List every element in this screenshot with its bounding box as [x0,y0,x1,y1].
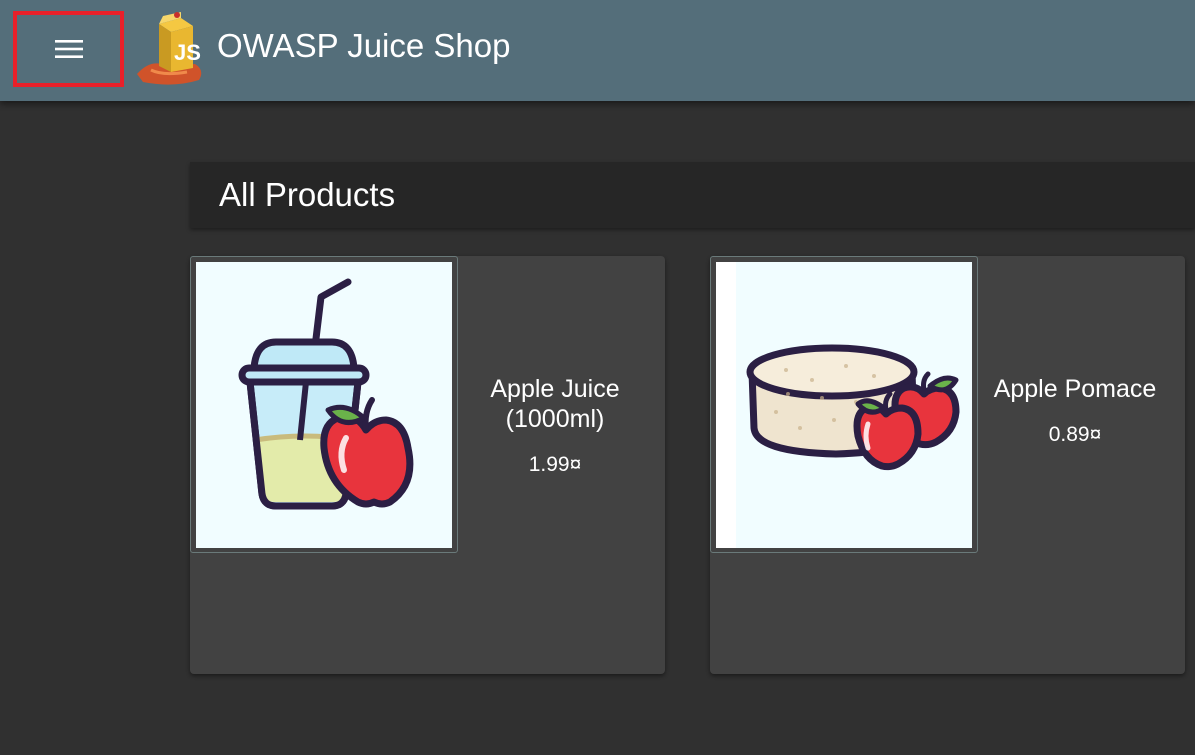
apple-juice-cup-icon [238,278,414,510]
product-name: Apple Pomace [993,375,1157,403]
app-title[interactable]: OWASP Juice Shop [217,26,510,66]
hamburger-menu-icon [54,40,83,58]
product-info: Apple Pomace 0.89¤ [990,374,1160,448]
products-heading-bar: All Products [190,162,1195,228]
product-price: 1.99¤ [528,453,582,476]
logo-text: JS [174,40,201,65]
product-card[interactable]: Apple Juice (1000ml) 1.99¤ [190,256,665,674]
top-toolbar: JS OWASP Juice Shop [0,0,1195,101]
product-name: Apple Juice (1000ml) [490,375,620,433]
apple-pomace-icon [716,262,960,548]
sidebar-menu-button[interactable] [17,15,120,83]
product-image-frame[interactable] [710,256,978,553]
product-price: 0.89¤ [1048,423,1102,446]
page-title: All Products [219,176,396,213]
product-image[interactable] [196,262,452,548]
product-image-frame[interactable] [190,256,458,553]
juice-carton-logo-icon[interactable]: JS [133,6,207,86]
product-info: Apple Juice (1000ml) 1.99¤ [470,374,640,478]
product-image[interactable] [716,262,972,548]
product-card[interactable]: Apple Pomace 0.89¤ [710,256,1185,674]
